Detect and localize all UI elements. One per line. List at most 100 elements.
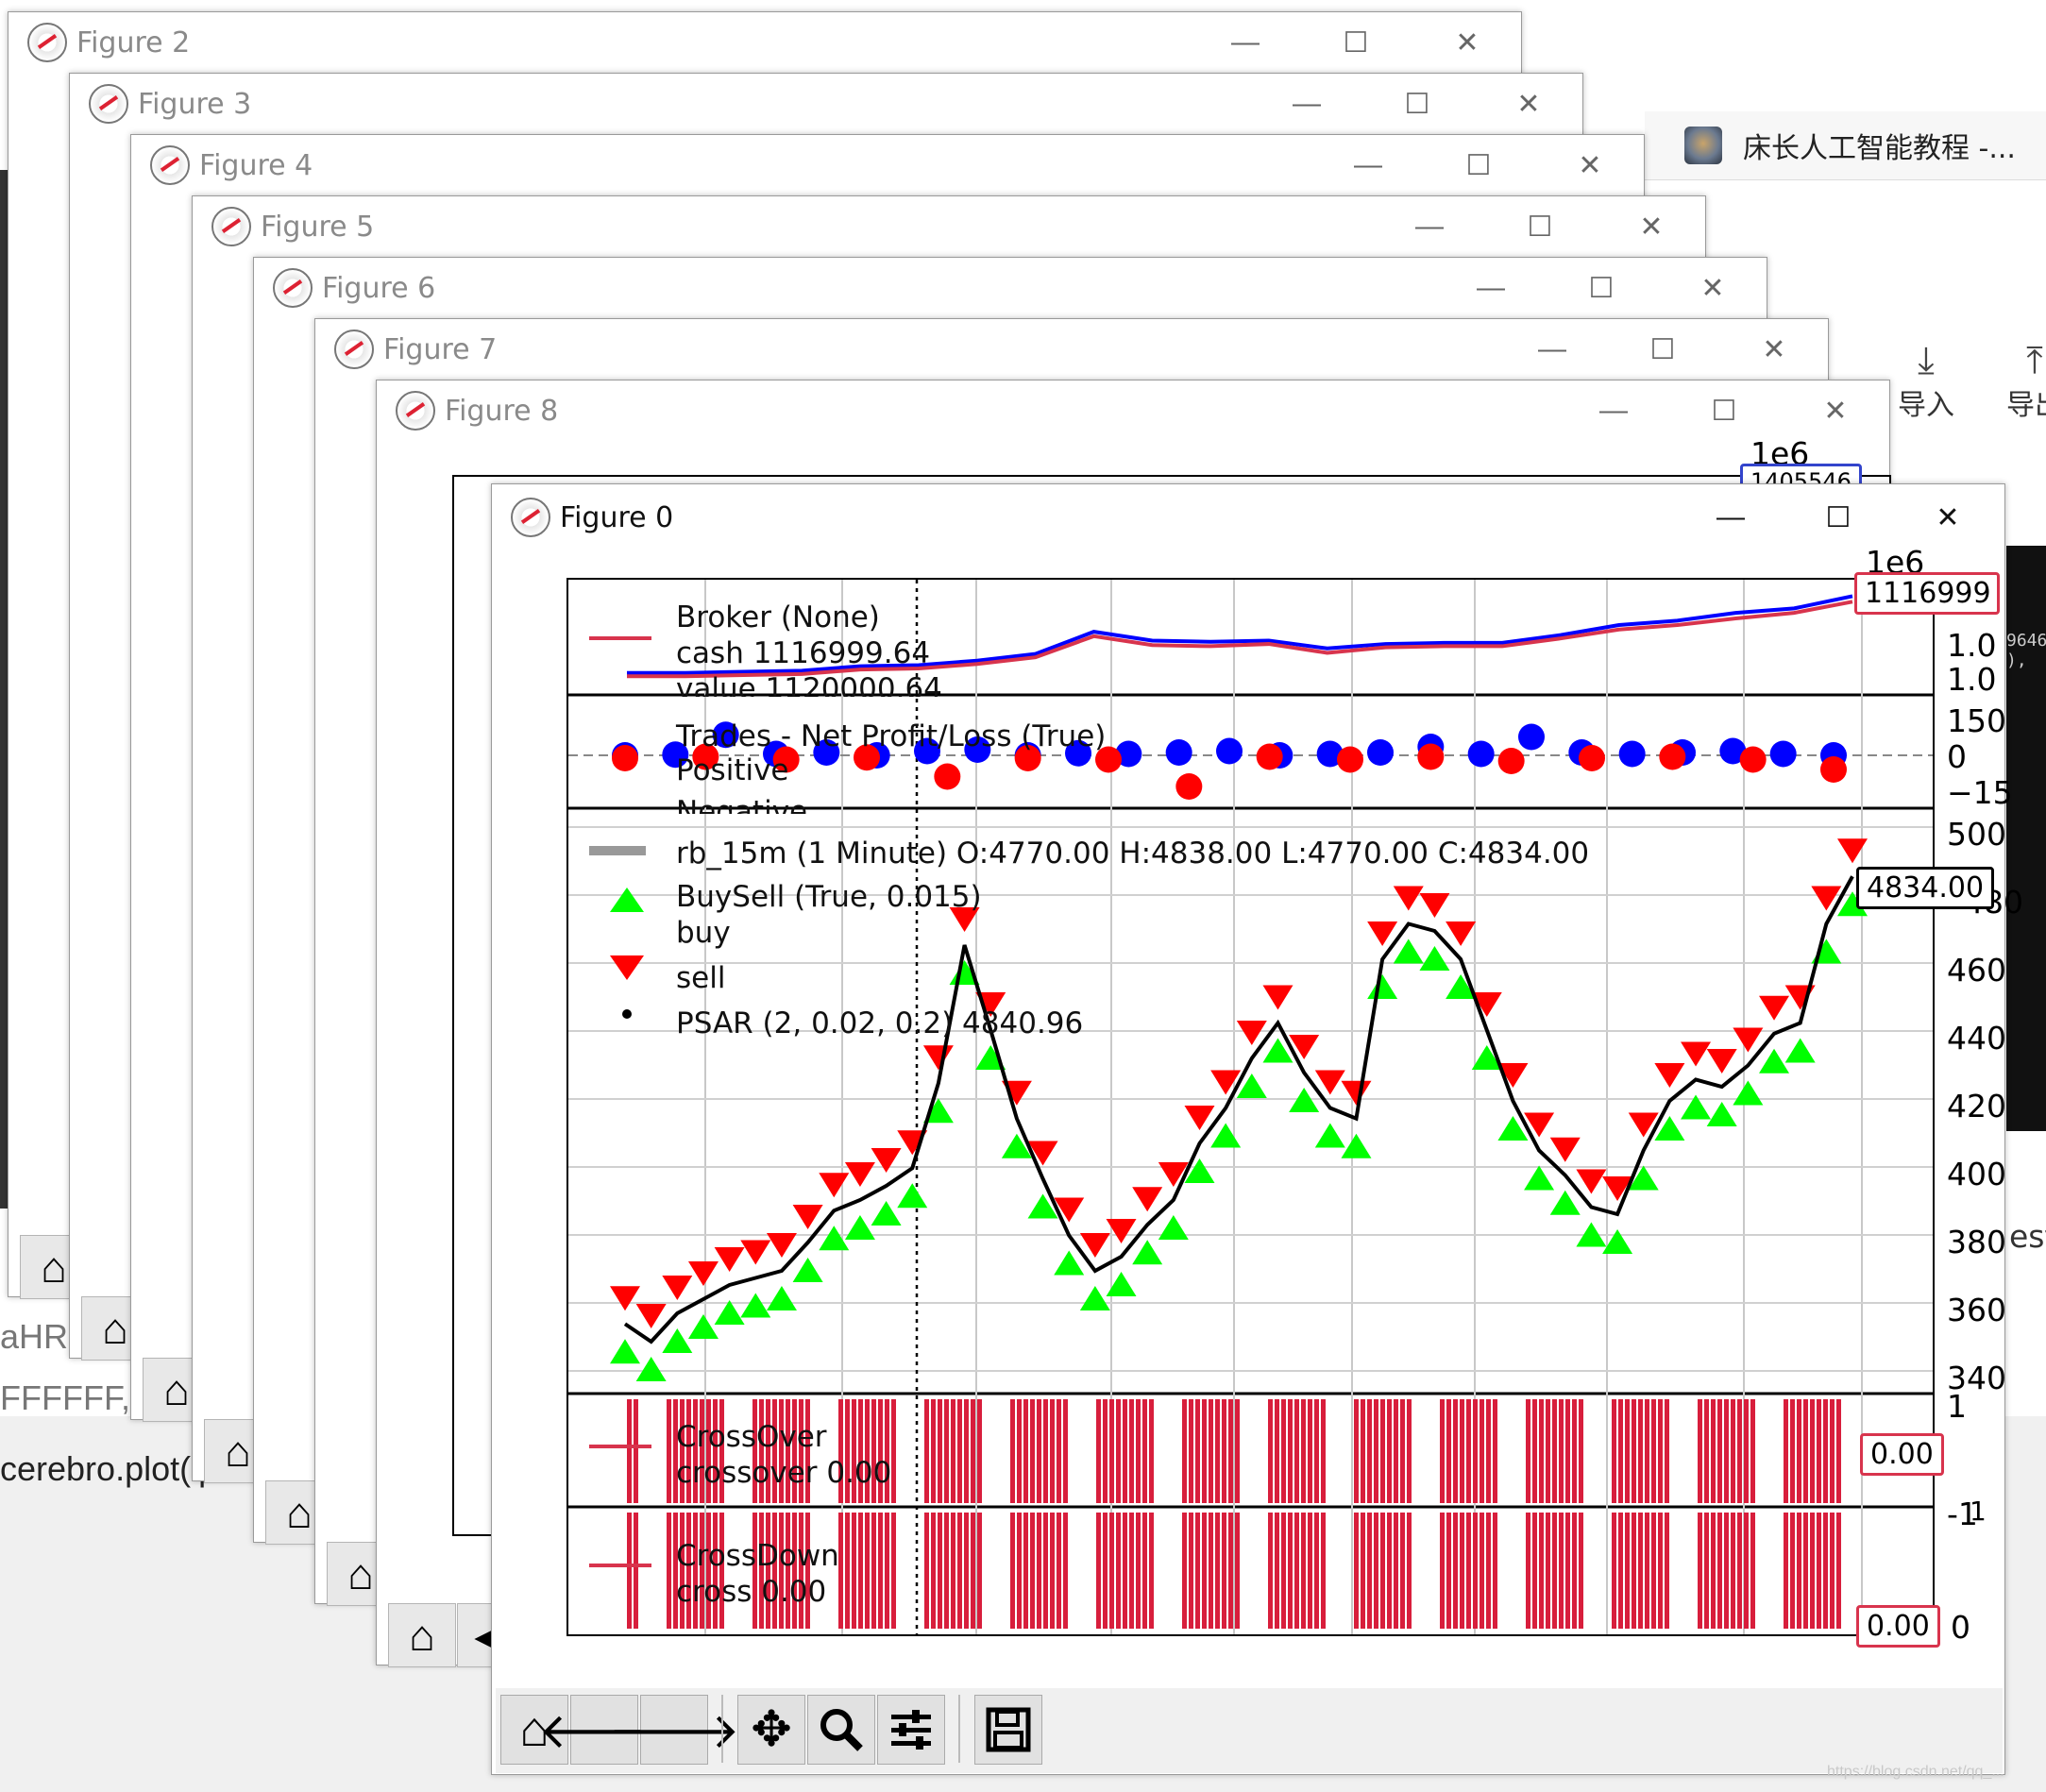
maximize-button[interactable]: ☐: [1696, 380, 1752, 441]
y-tick: 1.0: [1947, 661, 1997, 698]
minimize-button[interactable]: —: [1702, 484, 1759, 550]
crossdown-bar: [1195, 1513, 1200, 1629]
configure-icon[interactable]: [877, 1695, 945, 1765]
close-button[interactable]: ✕: [1439, 12, 1496, 73]
crossdown-bar: [1354, 1513, 1359, 1629]
buy-marker: [1419, 946, 1450, 971]
sell-marker: [922, 1045, 954, 1071]
crossover-bar: [1063, 1399, 1068, 1503]
crossover-bar: [634, 1399, 638, 1503]
maximize-button[interactable]: ☐: [1634, 319, 1691, 380]
close-button[interactable]: ✕: [1562, 135, 1618, 195]
crossdown-bar: [957, 1513, 962, 1629]
legend-crossover-val: crossover 0.00: [676, 1456, 892, 1490]
title-bar[interactable]: Figure 7: [315, 319, 1828, 380]
crossover-bar: [1486, 1399, 1491, 1503]
sell-marker: [792, 1205, 823, 1229]
close-button[interactable]: ✕: [1807, 380, 1864, 441]
close-button[interactable]: ✕: [1684, 258, 1741, 318]
title-bar[interactable]: Figure 3: [70, 74, 1582, 134]
crossover-bar: [1354, 1399, 1359, 1503]
crossdown-bar: [1228, 1513, 1233, 1629]
crossover-bar: [1288, 1399, 1293, 1503]
minimize-button[interactable]: —: [1585, 380, 1642, 441]
zoom-icon[interactable]: [807, 1695, 875, 1765]
buy-marker: [1054, 1250, 1085, 1276]
buy-marker: [1079, 1286, 1110, 1310]
home-icon[interactable]: ⌂: [388, 1603, 456, 1667]
sell-marker: [1393, 886, 1424, 911]
forward-arrow-icon[interactable]: 🡒: [608, 1695, 740, 1765]
trade-marker-negative: [1337, 746, 1363, 773]
crossdown-bar: [944, 1513, 949, 1629]
crossdown-bar: [1612, 1513, 1616, 1629]
crossdown-bar: [1651, 1513, 1656, 1629]
minimize-button[interactable]: —: [1278, 74, 1335, 134]
crossdown-bar: [1552, 1513, 1557, 1629]
crossover-bar: [1374, 1399, 1378, 1503]
minimize-button[interactable]: —: [1217, 12, 1274, 73]
pan-icon[interactable]: ✥: [737, 1695, 805, 1765]
window-title: Figure 3: [138, 87, 252, 121]
crossdown-bar: [1129, 1513, 1134, 1629]
price-last-value: 4834.00: [1856, 867, 1995, 909]
legend-broker: Broker (None): [676, 600, 880, 634]
crossdown-bar: [852, 1513, 856, 1629]
crossover-bar: [1361, 1399, 1365, 1503]
title-bar[interactable]: Figure 4: [131, 135, 1644, 195]
buy-marker: [1132, 1240, 1163, 1265]
maximize-button[interactable]: ☐: [1810, 484, 1867, 550]
legend-swatch: [622, 1009, 632, 1019]
window-title: Figure 0: [560, 500, 674, 534]
browser-tab[interactable]: 床长人工智能教程 -...: [1645, 111, 2046, 180]
title-bar[interactable]: Figure 2: [8, 12, 1521, 73]
close-button[interactable]: ✕: [1746, 319, 1802, 380]
maximize-button[interactable]: ☐: [1389, 74, 1446, 134]
code-line: cerebro.plot(ip: [0, 1449, 218, 1488]
crossover-bar: [1830, 1399, 1835, 1503]
maximize-button[interactable]: ☐: [1327, 12, 1384, 73]
save-icon[interactable]: [974, 1695, 1042, 1765]
minimize-button[interactable]: —: [1524, 319, 1581, 380]
maximize-button[interactable]: ☐: [1573, 258, 1630, 318]
title-bar[interactable]: Figure 6: [254, 258, 1767, 318]
import-button[interactable]: ⤓ 导入: [1888, 340, 1964, 423]
sell-marker: [1706, 1049, 1737, 1074]
title-bar[interactable]: Figure 8: [377, 380, 1889, 441]
maximize-button[interactable]: ☐: [1512, 196, 1568, 257]
crossdown-bar: [1407, 1513, 1412, 1629]
buy-marker: [1706, 1102, 1737, 1126]
title-bar[interactable]: Figure 5: [193, 196, 1705, 257]
crossdown-bar: [1539, 1513, 1544, 1629]
legend-negative: Negative: [676, 795, 808, 814]
crossover-bar: [1784, 1399, 1788, 1503]
minimize-button[interactable]: —: [1463, 258, 1519, 318]
close-button[interactable]: ✕: [1919, 484, 1976, 550]
crossdown-bar: [1314, 1513, 1319, 1629]
buy-marker: [662, 1328, 693, 1353]
legend-price: rb_15m (1 Minute) O:4770.00 H:4838.00 L:…: [676, 837, 1590, 871]
crossdown-bar: [1294, 1513, 1299, 1629]
crossover-bar: [891, 1399, 896, 1503]
close-button[interactable]: ✕: [1623, 196, 1680, 257]
y-tick: 360: [1947, 1292, 2006, 1328]
crossdown-bar: [1638, 1513, 1643, 1629]
maximize-button[interactable]: ☐: [1450, 135, 1507, 195]
sell-marker: [1837, 838, 1868, 864]
crossdown-bar: [1823, 1513, 1828, 1629]
crossover-bar: [1136, 1399, 1141, 1503]
crossover-bar: [1810, 1399, 1815, 1503]
crossover-bar: [1235, 1399, 1240, 1503]
close-button[interactable]: ✕: [1500, 74, 1557, 134]
window-title: Figure 4: [199, 148, 313, 182]
crossover-bar: [1717, 1399, 1722, 1503]
title-bar[interactable]: Figure 0: [492, 484, 2004, 550]
trade-marker-negative: [1417, 743, 1445, 770]
export-button[interactable]: ⤒ 导出: [2006, 340, 2046, 423]
matplotlib-icon: [273, 268, 313, 308]
crossdown-bar: [1810, 1513, 1815, 1629]
minimize-button[interactable]: —: [1401, 196, 1458, 257]
crossdown-bar: [1030, 1513, 1035, 1629]
crossdown-bar: [1665, 1513, 1669, 1629]
minimize-button[interactable]: —: [1340, 135, 1396, 195]
